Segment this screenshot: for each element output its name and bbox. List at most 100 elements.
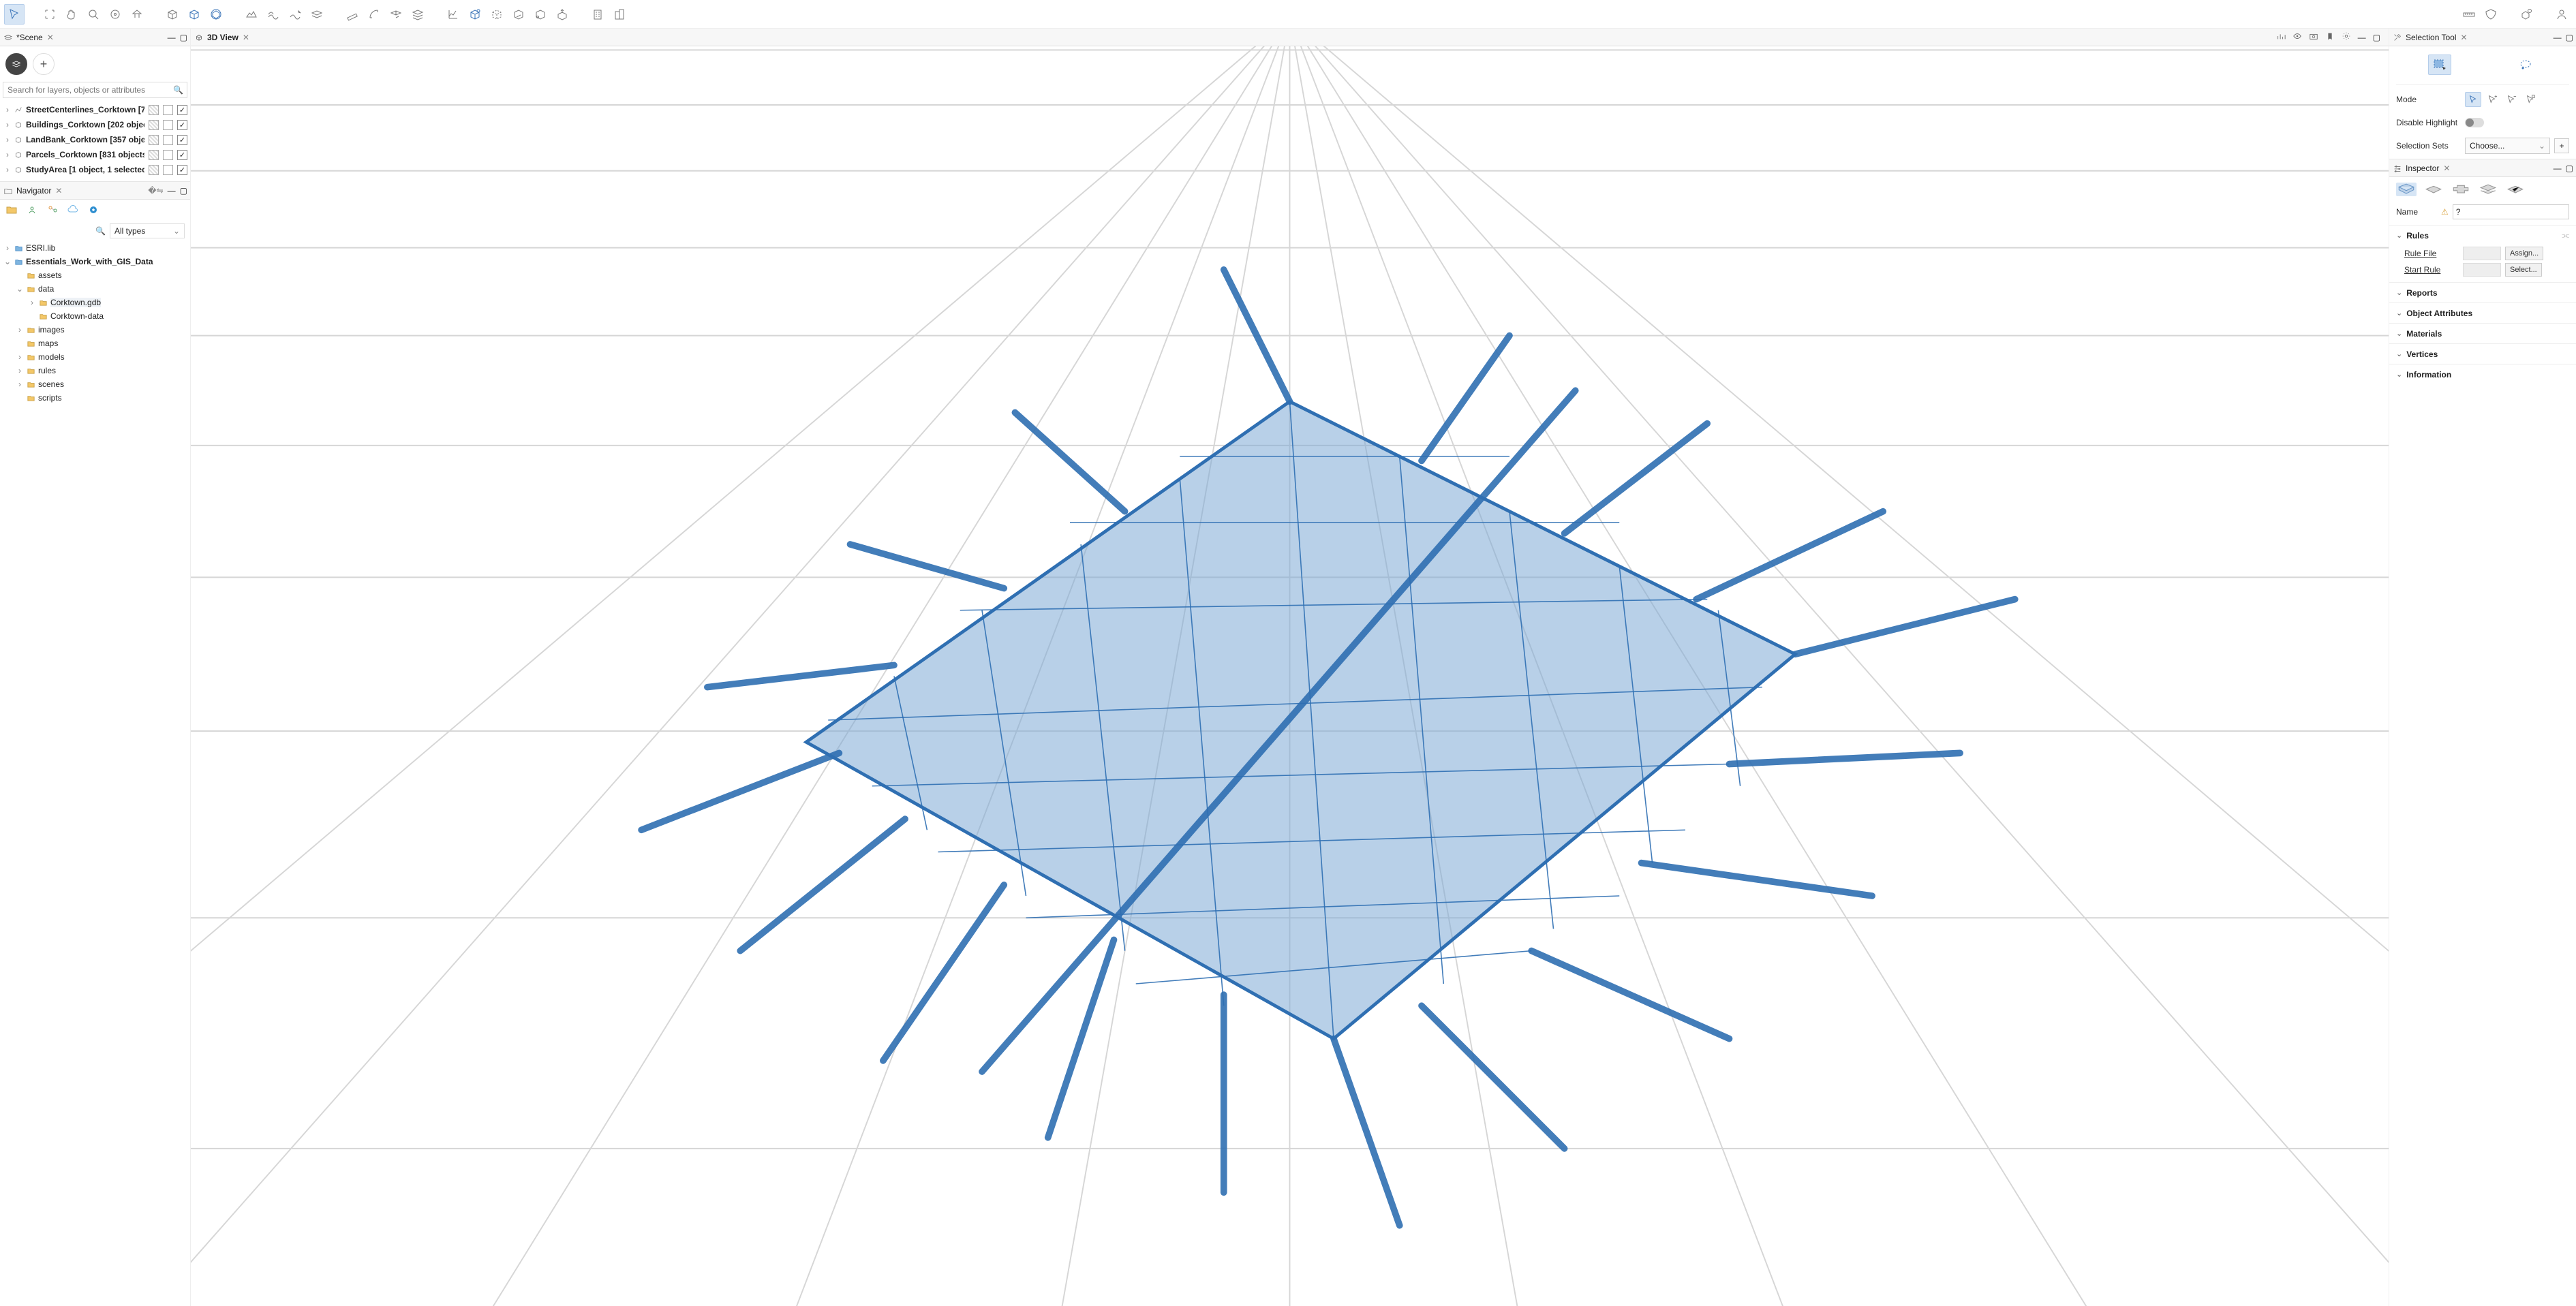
expand-icon[interactable]: › (4, 105, 11, 114)
shape-solid-button[interactable] (2396, 183, 2417, 196)
open-folder-icon[interactable] (5, 204, 18, 218)
tree-row[interactable]: ⌄Essentials_Work_with_GIS_Data (4, 255, 189, 268)
color-toggle[interactable] (163, 105, 173, 115)
hatch-toggle[interactable] (149, 165, 159, 175)
cube-blue1-button[interactable] (184, 4, 204, 25)
tree-row[interactable]: ›ESRI.lib (4, 241, 189, 255)
user-button[interactable] (2551, 4, 2572, 25)
layer-row[interactable]: › LandBank_Corktown [357 object ✓ (3, 132, 187, 147)
scene-tab-label[interactable]: *Scene (16, 33, 43, 42)
cube5-button[interactable] (530, 4, 551, 25)
lasso-select-button[interactable] (2515, 55, 2538, 75)
tree-row[interactable]: ⌄data (4, 282, 189, 296)
reports-section-header[interactable]: ⌄Reports (2389, 282, 2576, 302)
selection-tab-label[interactable]: Selection Tool (2406, 33, 2457, 42)
expand-icon[interactable]: › (4, 120, 11, 129)
minimize-icon[interactable]: — (2554, 33, 2562, 42)
materials-section-header[interactable]: ⌄Materials (2389, 323, 2576, 343)
tree-row[interactable]: ›scenes (4, 377, 189, 391)
mesh-tool-button[interactable] (386, 4, 406, 25)
color-toggle[interactable] (163, 165, 173, 175)
gear-cube-button[interactable] (2516, 4, 2536, 25)
add-selection-set-button[interactable]: + (2554, 138, 2569, 153)
hatch-toggle[interactable] (149, 105, 159, 115)
tree-row[interactable]: ›rules (4, 364, 189, 377)
mode-subtract-button[interactable] (2503, 92, 2519, 107)
minimize-icon[interactable]: — (168, 33, 176, 42)
visibility-checkbox[interactable]: ✓ (177, 105, 187, 115)
layers-button[interactable] (307, 4, 327, 25)
mode-replace-button[interactable] (2465, 92, 2481, 107)
maximize-icon[interactable]: ▢ (180, 186, 187, 196)
maximize-icon[interactable]: ▢ (2373, 33, 2380, 42)
visibility-checkbox[interactable]: ✓ (177, 135, 187, 145)
tree-row[interactable]: scripts (4, 391, 189, 405)
minimize-icon[interactable]: — (2554, 164, 2562, 173)
tree-row[interactable]: Corktown-data (4, 309, 189, 323)
terrain2-button[interactable] (263, 4, 283, 25)
vertices-section-header[interactable]: ⌄Vertices (2389, 343, 2576, 364)
shield-button[interactable] (2481, 4, 2501, 25)
gear-icon[interactable] (2342, 31, 2351, 43)
frame-button[interactable] (40, 4, 60, 25)
look-tool-button[interactable] (127, 4, 147, 25)
terrain3-button[interactable] (285, 4, 305, 25)
mode-invert-button[interactable] (2522, 92, 2539, 107)
tree-row[interactable]: ›images (4, 323, 189, 337)
expand-icon[interactable]: › (4, 165, 11, 174)
tree-row[interactable]: ›models (4, 350, 189, 364)
orbit-tool-button[interactable] (105, 4, 125, 25)
camera-icon[interactable] (2309, 31, 2318, 43)
maximize-icon[interactable]: ▢ (2566, 164, 2573, 173)
pan-tool-button[interactable] (61, 4, 82, 25)
layer-row[interactable]: › Parcels_Corktown [831 objects, 8 ✓ (3, 147, 187, 162)
layers-mode-button[interactable] (5, 53, 27, 75)
close-icon[interactable]: ✕ (2461, 33, 2468, 42)
cube-tool-button[interactable] (162, 4, 183, 25)
viewport-tab-label[interactable]: 3D View (207, 33, 239, 42)
object-attributes-section-header[interactable]: ⌄Object Attributes (2389, 302, 2576, 323)
minimize-icon[interactable]: — (2358, 33, 2366, 42)
close-icon[interactable]: ✕ (47, 33, 54, 42)
shape-stack-button[interactable] (2478, 183, 2498, 196)
add-button[interactable]: + (33, 53, 55, 75)
tree-row[interactable]: ›Corktown.gdb (4, 296, 189, 309)
building2-button[interactable] (609, 4, 630, 25)
maximize-icon[interactable]: ▢ (180, 33, 187, 42)
rules-section-header[interactable]: ⌄ Rules ⫘ (2389, 225, 2576, 245)
tree-row[interactable]: assets (4, 268, 189, 282)
layer-row[interactable]: › StudyArea [1 object, 1 selected] ✓ (3, 162, 187, 177)
start-rule-value[interactable] (2463, 263, 2501, 277)
color-toggle[interactable] (163, 135, 173, 145)
layer-row[interactable]: › Buildings_Corktown [202 object ✓ (3, 117, 187, 132)
graph-button[interactable] (443, 4, 463, 25)
type-filter-dropdown[interactable]: All types⌄ (110, 223, 185, 238)
close-icon[interactable]: ✕ (55, 186, 62, 196)
ruler-button[interactable] (2459, 4, 2479, 25)
close-icon[interactable]: ✕ (243, 33, 249, 42)
bookmark-icon[interactable] (2325, 31, 2335, 43)
rule-file-value[interactable] (2463, 247, 2501, 260)
select-button[interactable]: Select... (2505, 263, 2542, 277)
cube-up-button[interactable] (552, 4, 572, 25)
zoom-tool-button[interactable] (83, 4, 104, 25)
cloud-icon[interactable] (67, 204, 79, 218)
color-toggle[interactable] (163, 150, 173, 160)
building1-button[interactable] (587, 4, 608, 25)
disable-highlight-toggle[interactable] (2465, 118, 2484, 127)
visibility-checkbox[interactable]: ✓ (177, 120, 187, 130)
inspector-tab-label[interactable]: Inspector (2406, 164, 2439, 173)
selection-sets-dropdown[interactable]: Choose...⌄ (2465, 138, 2550, 154)
arc-tool-button[interactable] (364, 4, 384, 25)
cube4-button[interactable] (508, 4, 529, 25)
close-icon[interactable]: ✕ (2443, 164, 2450, 173)
measure-button[interactable] (342, 4, 363, 25)
color-toggle[interactable] (163, 120, 173, 130)
hatch-toggle[interactable] (149, 150, 159, 160)
expand-icon[interactable]: › (4, 150, 11, 159)
hatch-toggle[interactable] (149, 135, 159, 145)
cube-blue3-button[interactable] (465, 4, 485, 25)
minimize-icon[interactable]: — (168, 186, 176, 196)
cube-blue2-button[interactable] (206, 4, 226, 25)
bars-icon[interactable] (2276, 31, 2286, 43)
